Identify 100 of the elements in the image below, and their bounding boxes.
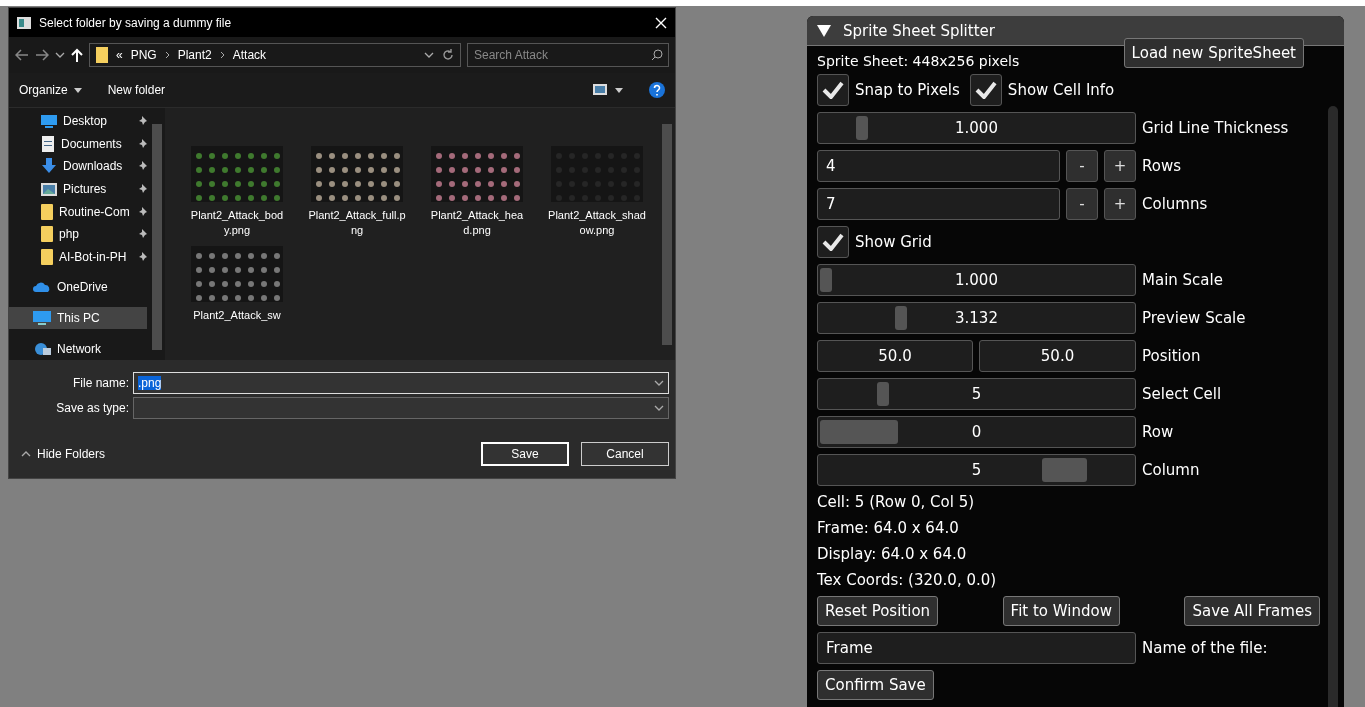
cell-detail: Cell: 5 (Row 0, Col 5): [817, 492, 976, 512]
pin-icon: [137, 184, 147, 195]
nav-item[interactable]: Network: [9, 337, 147, 360]
checkbox[interactable]: [969, 74, 1002, 106]
chevron-icon[interactable]: [55, 52, 65, 58]
slider[interactable]: 1.000: [817, 264, 1136, 296]
nav-item[interactable]: php: [9, 222, 147, 246]
cell-detail: Frame: 64.0 x 64.0: [817, 518, 960, 538]
nav-item[interactable]: AI-Bot-in-PH: [9, 245, 147, 269]
load-button[interactable]: Load new SpriteSheet: [1123, 38, 1304, 68]
confirm-save-button[interactable]: Confirm Save: [817, 670, 934, 700]
minus-button[interactable]: -: [1066, 150, 1098, 182]
pin-icon: [137, 161, 147, 172]
number-field[interactable]: 4: [817, 150, 1060, 182]
field-label: Position: [1142, 347, 1201, 365]
back-arrow-icon[interactable]: [15, 49, 29, 61]
breadcrumb-item[interactable]: PNG: [130, 48, 157, 62]
number-field[interactable]: 7: [817, 188, 1060, 220]
search-icon[interactable]: [651, 49, 663, 61]
file-name[interactable]: Plant2_Attack_sw: [187, 308, 287, 323]
nav-item[interactable]: This PC: [9, 306, 147, 330]
file-name[interactable]: Plant2_Attack_body.png: [187, 208, 287, 238]
nav-item[interactable]: OneDrive: [9, 276, 147, 299]
slider[interactable]: 5: [817, 454, 1136, 486]
window-icon: [17, 16, 31, 29]
nav-item[interactable]: Documents: [9, 132, 147, 156]
triangle-icon[interactable]: [817, 24, 831, 37]
number-field[interactable]: 50.0: [979, 340, 1136, 372]
folder-icon: [41, 226, 53, 243]
nav-item[interactable]: Downloads: [9, 155, 147, 178]
minus-button[interactable]: -: [1066, 188, 1098, 220]
pin-icon: [137, 206, 147, 217]
plus-button[interactable]: +: [1104, 150, 1136, 182]
monitor-icon: [41, 114, 57, 129]
plus-button[interactable]: +: [1104, 188, 1136, 220]
chevron-icon[interactable]: [21, 451, 31, 457]
pin-icon: [137, 138, 147, 149]
organize-menu[interactable]: Organize: [19, 83, 82, 97]
up-arrow-icon[interactable]: [71, 48, 83, 62]
slider-thumb[interactable]: [856, 116, 869, 140]
refresh-icon[interactable]: [442, 49, 454, 61]
breadcrumb-item[interactable]: Plant2: [177, 48, 212, 62]
field-label: Grid Line Thickness: [1142, 119, 1289, 137]
slider-value: 5: [971, 385, 982, 403]
slider-value: 3.132: [955, 309, 998, 327]
checkbox[interactable]: [817, 226, 849, 258]
search-field[interactable]: Search Attack: [467, 43, 669, 67]
address-bar[interactable]: « PNG Plant2 Attack: [89, 43, 461, 67]
chevron-icon[interactable]: [654, 405, 664, 411]
scrollbar[interactable]: [1328, 106, 1338, 707]
file-name[interactable]: Plant2_Attack_head.png: [427, 208, 527, 238]
action-button[interactable]: Fit to Window: [1002, 596, 1120, 626]
nav-item[interactable]: Routine-Com: [9, 200, 147, 223]
action-button[interactable]: Reset Position: [817, 596, 939, 626]
folder-icon: [41, 248, 53, 265]
slider-thumb[interactable]: [820, 268, 832, 292]
view-icon[interactable]: [593, 84, 623, 96]
help-icon[interactable]: [649, 82, 665, 98]
breadcrumb-item[interactable]: Attack: [232, 48, 267, 62]
slider[interactable]: 1.000: [817, 112, 1136, 144]
file-name-field[interactable]: Frame: [817, 632, 1136, 664]
slider-thumb[interactable]: [895, 306, 908, 330]
pin-icon: [137, 116, 147, 127]
number-field[interactable]: 50.0: [817, 340, 973, 372]
panel-header[interactable]: Sprite Sheet Splitter: [807, 16, 1344, 46]
new-folder-button[interactable]: New folder: [107, 83, 166, 97]
save-button[interactable]: Save: [481, 442, 569, 466]
file-name[interactable]: Plant2_Attack_shadow.png: [547, 208, 647, 238]
checkbox-label: Show Grid: [855, 233, 932, 251]
slider[interactable]: 5: [817, 378, 1136, 410]
cancel-button[interactable]: Cancel: [581, 442, 669, 466]
slider-thumb[interactable]: [820, 420, 898, 444]
file-name-field[interactable]: .png: [133, 372, 669, 394]
nav-item[interactable]: Pictures: [9, 177, 147, 201]
chevron-icon[interactable]: [424, 52, 434, 58]
slider-thumb[interactable]: [1042, 458, 1088, 482]
nav-item[interactable]: Desktop: [9, 110, 147, 133]
slider-thumb[interactable]: [877, 382, 890, 406]
checkmark-icon: [822, 233, 844, 251]
file-name[interactable]: Plant2_Attack_full.png: [307, 208, 407, 238]
breadcrumb-prefix: «: [116, 48, 123, 62]
chevron-icon[interactable]: [654, 380, 664, 386]
folder-icon: [96, 47, 108, 63]
close-icon[interactable]: [655, 16, 667, 29]
field-label: Name of the file:: [1142, 639, 1268, 657]
slider-value: 5: [971, 461, 982, 479]
field-label: Column: [1142, 461, 1200, 479]
forward-arrow-icon[interactable]: [35, 49, 49, 61]
hide-folders-button[interactable]: Hide Folders: [21, 447, 469, 461]
network-icon: [33, 341, 51, 356]
download-icon: [41, 158, 57, 175]
checkmark-icon: [974, 81, 997, 99]
slider[interactable]: 3.132: [817, 302, 1136, 334]
slider[interactable]: 0: [817, 416, 1136, 448]
action-button[interactable]: Save All Frames: [1184, 596, 1320, 626]
cloud-icon: [33, 282, 51, 293]
checkbox[interactable]: [817, 74, 849, 106]
slider-value: 1.000: [955, 271, 998, 289]
cell-detail: Tex Coords: (320.0, 0.0): [817, 570, 998, 590]
slider-value: 1.000: [955, 119, 998, 137]
